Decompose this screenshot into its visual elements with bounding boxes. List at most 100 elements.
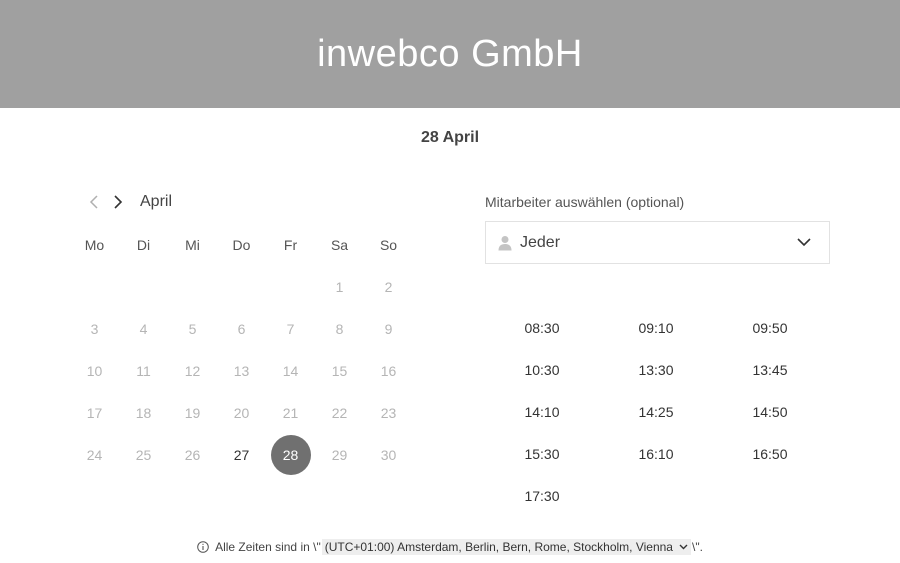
timezone-prefix: Alle Zeiten sind in \" (215, 540, 321, 554)
calendar-day-number: 26 (184, 447, 201, 463)
time-slot-button[interactable]: 13:30 (599, 349, 713, 391)
calendar-day-number: 18 (135, 405, 152, 421)
calendar-day-number: 3 (90, 321, 99, 337)
weekday-label: So (379, 237, 398, 253)
company-title: inwebco GmbH (317, 32, 583, 75)
weekday-header-row: Mo Di Mi Do Fr Sa So (70, 224, 413, 266)
time-slot-button[interactable]: 14:25 (599, 391, 713, 433)
time-slots: 08:30 09:10 09:50 10:30 13:30 13:45 14:10 14:25… (485, 307, 828, 517)
calendar-day-number: 23 (380, 405, 397, 421)
timezone-value: (UTC+01:00) Amsterdam, Berlin, Bern, Rom… (324, 540, 673, 554)
calendar-day-number: 8 (335, 321, 344, 337)
calendar-day: 21 (266, 392, 315, 434)
calendar-day-number: 15 (331, 363, 348, 379)
calendar-day-number: 11 (136, 363, 151, 379)
month-label: April (140, 193, 173, 210)
calendar-day-number: 9 (384, 321, 393, 337)
weekday-label: Di (136, 237, 151, 253)
calendar-day[interactable]: 27 (217, 434, 266, 476)
calendar-day-number: 20 (233, 405, 250, 421)
calendar-day-number: 24 (86, 447, 103, 463)
calendar-day: 15 (315, 350, 364, 392)
calendar-day-number: 28 (270, 435, 311, 475)
timezone-select[interactable]: (UTC+01:00) Amsterdam, Berlin, Bern, Rom… (321, 539, 691, 555)
weekday-label: Do (232, 237, 251, 253)
calendar-day-number: 10 (86, 363, 103, 379)
calendar-day-number: 22 (331, 405, 348, 421)
chevron-down-icon (679, 544, 688, 550)
calendar-day: 26 (168, 434, 217, 476)
calendar-day-number: 12 (184, 363, 201, 379)
time-slot-button[interactable]: 14:50 (713, 391, 827, 433)
calendar-empty-cell (168, 266, 217, 308)
weekday-label: Mo (84, 237, 105, 253)
calendar-day: 1 (315, 266, 364, 308)
calendar-day: 12 (168, 350, 217, 392)
calendar-day-number: 16 (380, 363, 397, 379)
prev-month-button[interactable] (82, 190, 106, 214)
staff-select-value: Jeder (520, 233, 561, 251)
calendar-day: 18 (119, 392, 168, 434)
calendar-empty-cell (266, 266, 315, 308)
calendar-day: 9 (364, 308, 413, 350)
weekday-label: Fr (283, 237, 298, 253)
calendar-day-number: 1 (335, 279, 344, 295)
weekday-label: Mi (185, 237, 200, 253)
time-slot-button[interactable]: 09:50 (713, 307, 827, 349)
calendar-day: 3 (70, 308, 119, 350)
time-slot-button[interactable]: 15:30 (485, 433, 599, 475)
calendar-day: 13 (217, 350, 266, 392)
calendar-day: 8 (315, 308, 364, 350)
calendar-day-number: 17 (86, 405, 103, 421)
time-slot-button[interactable]: 16:50 (713, 433, 827, 475)
time-slot-button[interactable]: 08:30 (485, 307, 599, 349)
calendar-day-number: 6 (237, 321, 246, 337)
time-slot-button[interactable]: 09:10 (599, 307, 713, 349)
calendar-day: 29 (315, 434, 364, 476)
calendar-day: 25 (119, 434, 168, 476)
chevron-right-icon (114, 195, 123, 209)
calendar-week-row: 3 4 5 6 7 8 9 (70, 308, 413, 350)
calendar-day-number: 19 (184, 405, 201, 421)
calendar-day: 24 (70, 434, 119, 476)
calendar-day: 2 (364, 266, 413, 308)
calendar-day-number: 29 (331, 447, 348, 463)
calendar-day: 30 (364, 434, 413, 476)
staff-select-label: Mitarbeiter auswählen (optional) (485, 194, 685, 210)
calendar-day-selected[interactable]: 28 (266, 434, 315, 476)
timezone-footer: Alle Zeiten sind in \" (UTC+01:00) Amste… (0, 539, 900, 555)
calendar-grid: Mo Di Mi Do Fr Sa So 1 2 3 4 5 6 7 8 9 10 11 12 13 14 15 16 17… (70, 224, 413, 476)
calendar-week-row: 17 18 19 20 21 22 23 (70, 392, 413, 434)
staff-select[interactable]: Jeder (485, 221, 830, 264)
calendar-day: 7 (266, 308, 315, 350)
timezone-suffix: \". (691, 540, 703, 554)
calendar-day-number: 30 (380, 447, 397, 463)
info-icon (197, 541, 209, 553)
calendar-nav: April (82, 190, 172, 214)
calendar-day-number: 5 (188, 321, 197, 337)
calendar-empty-cell (119, 266, 168, 308)
time-slot-button[interactable]: 13:45 (713, 349, 827, 391)
calendar-day-number: 25 (135, 447, 152, 463)
calendar-week-row: 12 (70, 266, 413, 308)
calendar-week-row: 24 25 26 27 28 29 30 (70, 434, 413, 476)
calendar-day-number: 4 (139, 321, 148, 337)
calendar-day: 10 (70, 350, 119, 392)
header-bar: inwebco GmbH (0, 0, 900, 108)
calendar-day: 4 (119, 308, 168, 350)
calendar-day: 23 (364, 392, 413, 434)
next-month-button[interactable] (106, 190, 130, 214)
weekday-label: Sa (330, 237, 349, 253)
calendar-day-number: 21 (282, 405, 299, 421)
time-slot-button[interactable]: 16:10 (599, 433, 713, 475)
calendar-day-number: 2 (384, 279, 393, 295)
calendar-day: 19 (168, 392, 217, 434)
time-slot-button[interactable]: 17:30 (485, 475, 599, 517)
calendar-day: 6 (217, 308, 266, 350)
calendar-day-number: 14 (282, 363, 299, 379)
calendar-day-number: 7 (286, 321, 295, 337)
calendar-day: 20 (217, 392, 266, 434)
calendar-week-row: 10 11 12 13 14 15 16 (70, 350, 413, 392)
time-slot-button[interactable]: 14:10 (485, 391, 599, 433)
time-slot-button[interactable]: 10:30 (485, 349, 599, 391)
